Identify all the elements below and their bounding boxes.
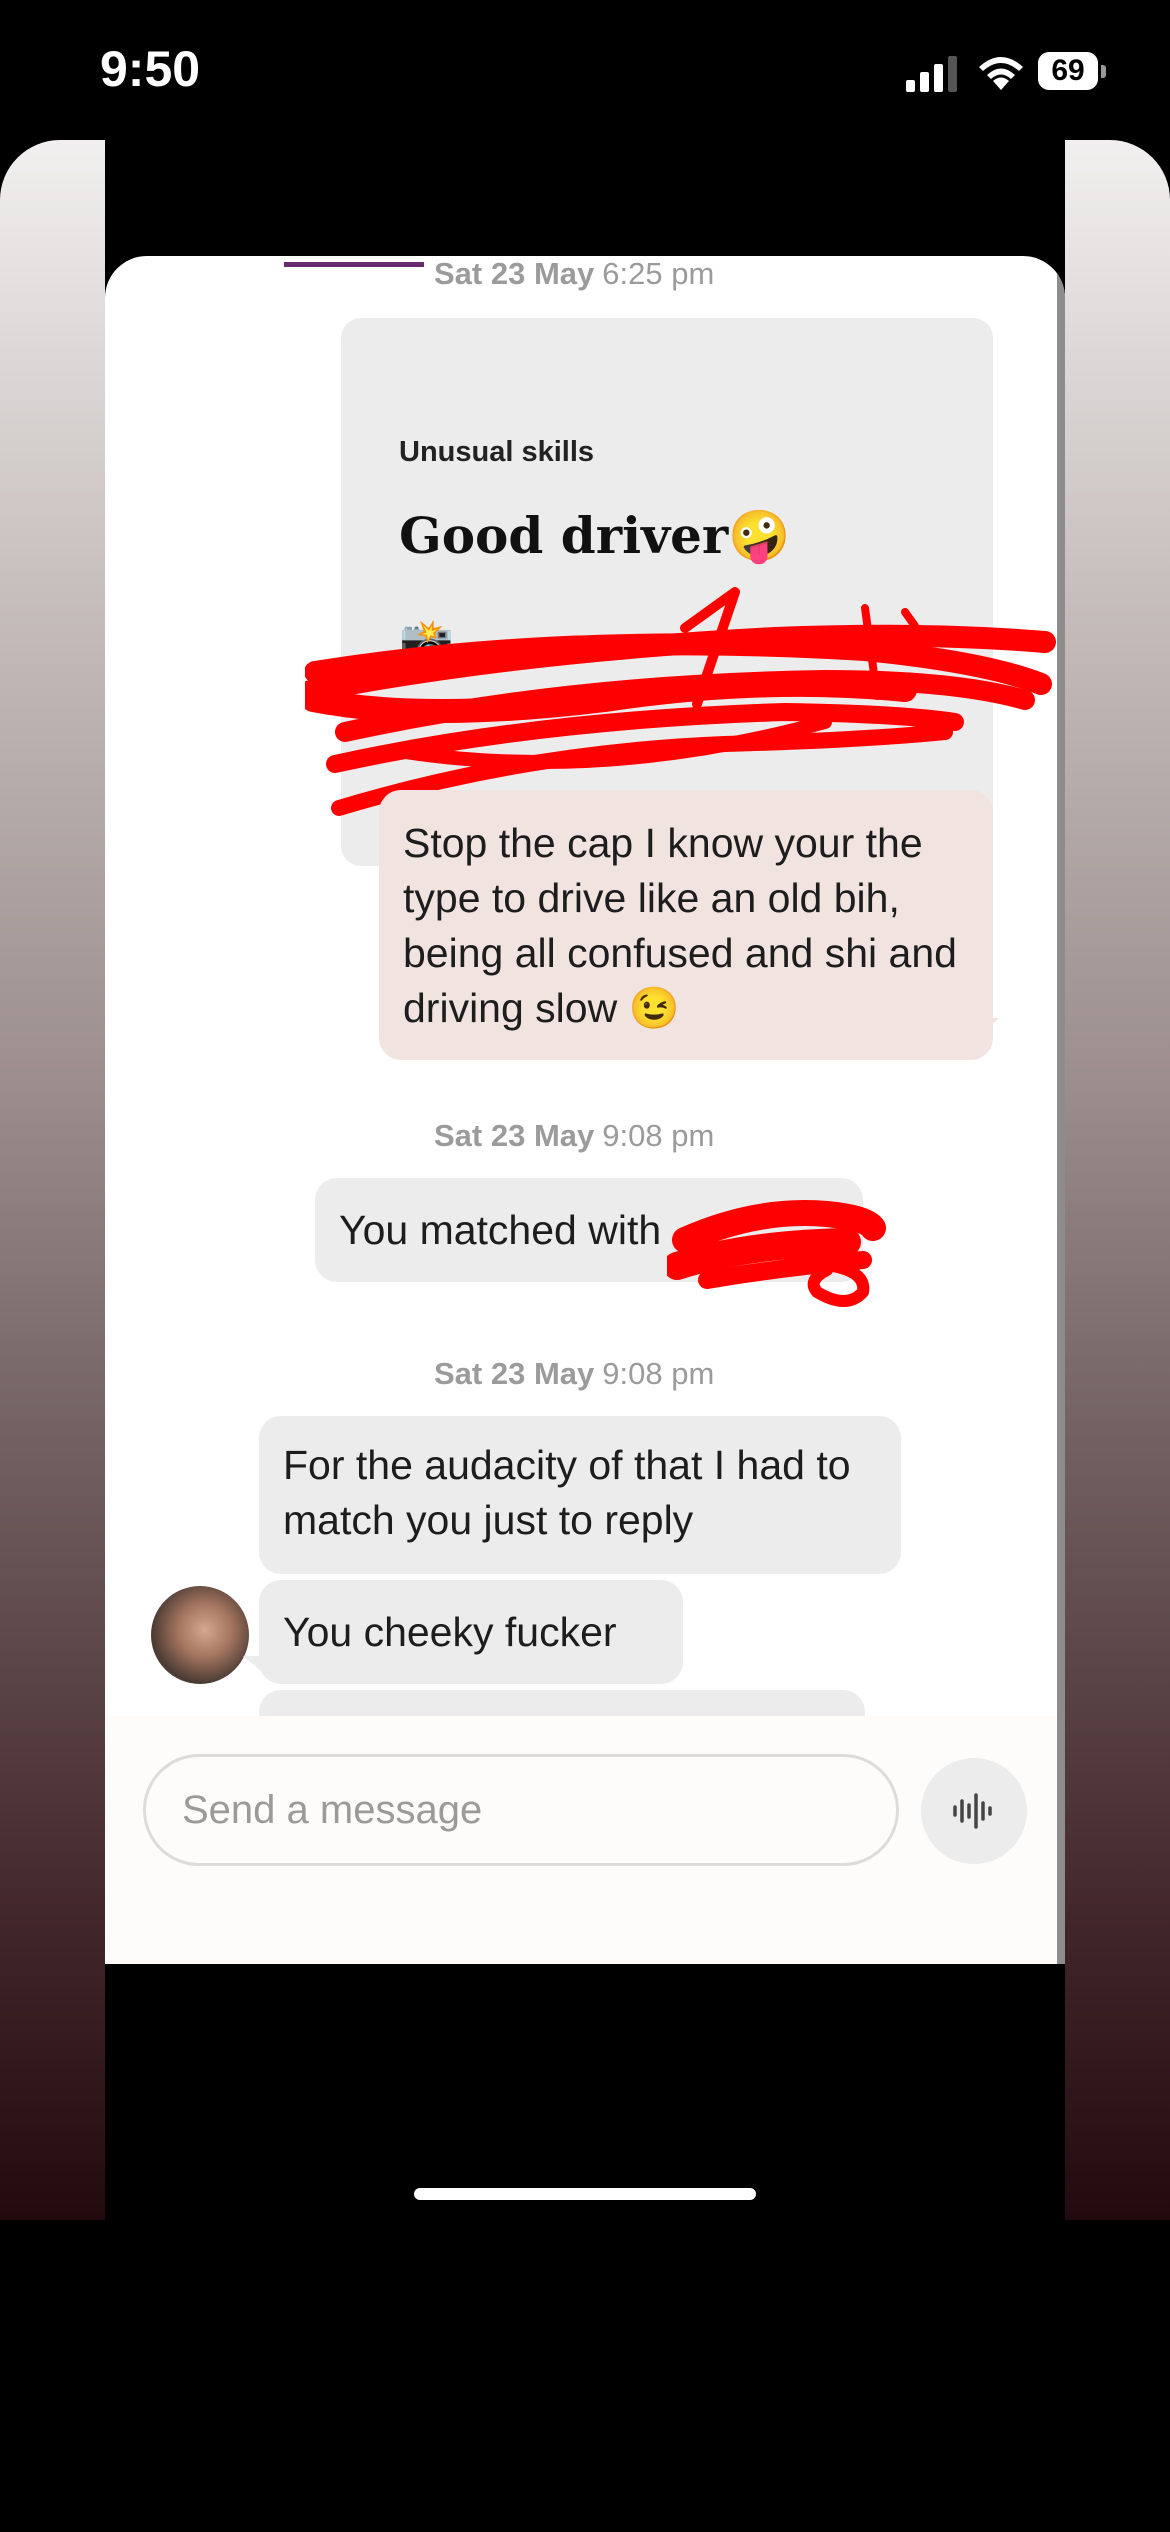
match-text: You matched with (339, 1207, 662, 1253)
timestamp: Sat 23 May 9:08 pm (434, 1118, 715, 1153)
waveform-icon (953, 1793, 992, 1829)
wifi-icon (979, 57, 1023, 90)
battery-level: 69 (1038, 52, 1098, 90)
background-panel-left (0, 140, 105, 2220)
message-text: You cheeky fucker (283, 1609, 617, 1655)
timestamp: Sat 23 May 6:25 pm (434, 256, 715, 291)
bubble-tail (975, 1018, 999, 1040)
message-text: For the audacity of that I had to match … (283, 1442, 851, 1543)
prompt-answer: Good driver🤪 (399, 506, 791, 565)
scroll-accent-line (284, 262, 424, 267)
message-bubble-outgoing[interactable]: Stop the cap I know your the type to dri… (379, 790, 993, 1060)
bubble-tail (243, 1656, 267, 1676)
battery-icon: 69 (1038, 52, 1108, 92)
message-text: Stop the cap I know your the type to dri… (403, 820, 957, 1031)
cellular-signal-icon (906, 56, 957, 92)
status-bar: 9:50 69 (0, 0, 1170, 140)
message-bubble-incoming[interactable]: For the audacity of that I had to match … (259, 1416, 901, 1574)
battery-tip (1101, 65, 1106, 78)
avatar[interactable] (151, 1586, 249, 1684)
composer: Send a message (105, 1716, 1065, 1964)
status-time: 9:50 (100, 41, 201, 97)
prompt-label: Unusual skills (399, 436, 595, 468)
background-panel-right (1065, 140, 1170, 2220)
chat-card[interactable]: Sat 23 May 6:25 pm Unusual skills Good dr… (105, 256, 1065, 1964)
redaction-name-scribble (667, 1200, 886, 1307)
timestamp: Sat 23 May 9:08 pm (434, 1356, 715, 1391)
message-bubble-incoming[interactable]: You cheeky fucker (259, 1580, 683, 1684)
message-input[interactable]: Send a message (143, 1754, 899, 1866)
voice-message-button[interactable] (921, 1758, 1027, 1864)
home-indicator[interactable] (414, 2188, 756, 2200)
